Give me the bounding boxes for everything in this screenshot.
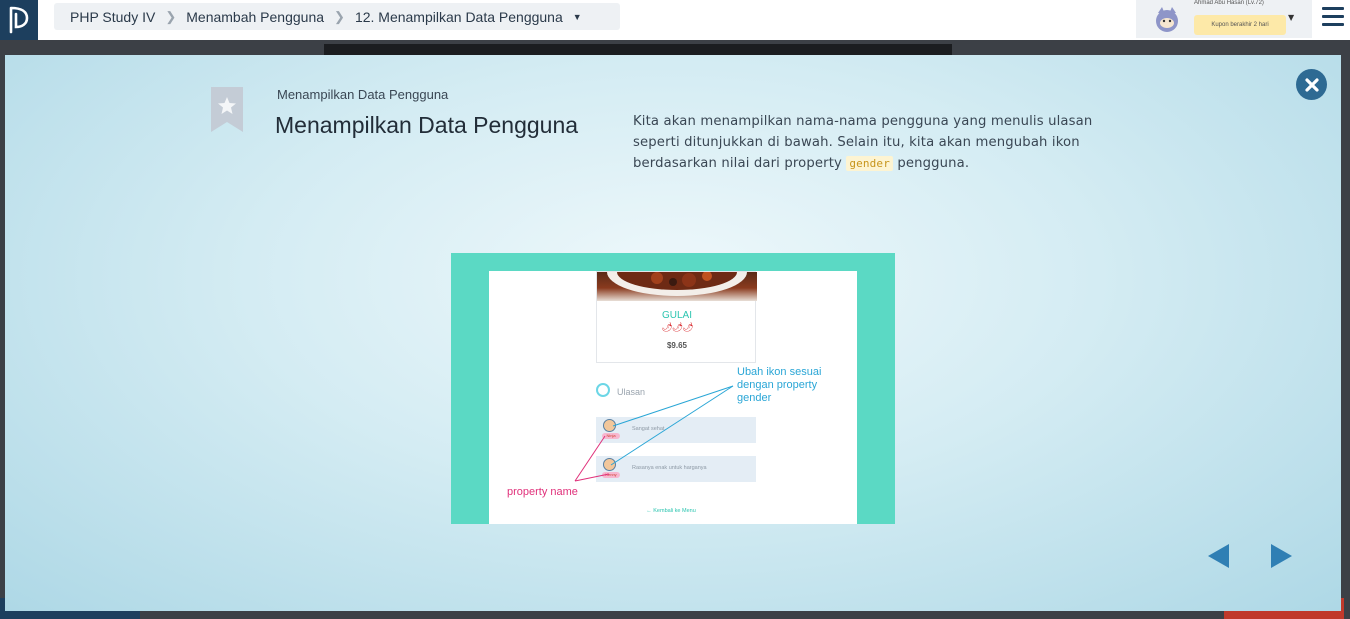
bookmark-icon[interactable] (210, 87, 244, 133)
slide-subtitle: Menampilkan Data Pengguna (277, 87, 449, 102)
avatar (1156, 7, 1178, 32)
breadcrumb: PHP Study IV ❯ Menambah Pengguna ❯ 12. M… (54, 3, 620, 30)
coupon-badge: Kupon berakhir 2 hari (1194, 15, 1286, 35)
progate-logo[interactable] (0, 0, 38, 40)
previous-slide-button[interactable] (1207, 543, 1231, 569)
breadcrumb-lesson[interactable]: 12. Menampilkan Data Pengguna (355, 9, 563, 25)
user-menu[interactable]: Ahmad Abu Hasan (Lv.72) Kupon berakhir 2… (1136, 0, 1312, 38)
logo-icon (9, 6, 29, 34)
chevron-right-icon: ❯ (334, 8, 345, 24)
next-slide-button[interactable] (1269, 543, 1293, 569)
close-button[interactable] (1296, 69, 1327, 100)
close-icon (1304, 77, 1319, 92)
top-bar: PHP Study IV ❯ Menambah Pengguna ❯ 12. M… (0, 0, 1350, 40)
annotation-gender: Ubah ikon sesuai dengan property gender (737, 366, 822, 404)
chevron-right-icon: ❯ (165, 8, 177, 24)
slide-illustration: GULAI 🌶🌶🌶 $9.65 Ulasan Ninja Sangat seha… (451, 253, 895, 524)
chevron-down-icon[interactable]: ▼ (1288, 13, 1294, 22)
hamburger-menu-icon[interactable] (1322, 7, 1344, 27)
breadcrumb-chapter[interactable]: Menambah Pengguna (186, 9, 324, 25)
annotation-property-name: property name (507, 486, 578, 498)
slide-description: Kita akan menampilkan nama-nama pengguna… (633, 111, 1103, 174)
annotation-lines (574, 385, 734, 482)
user-name: Ahmad Abu Hasan (Lv.72) (1194, 0, 1264, 6)
chevron-down-icon[interactable]: ▼ (573, 12, 582, 22)
desc-text-2: pengguna. (892, 156, 970, 171)
breadcrumb-course[interactable]: PHP Study IV (70, 9, 155, 25)
slide-modal: Menampilkan Data Pengguna Menampilkan Da… (5, 55, 1341, 611)
inline-code: gender (846, 156, 893, 171)
slide-title: Menampilkan Data Pengguna (275, 112, 579, 138)
